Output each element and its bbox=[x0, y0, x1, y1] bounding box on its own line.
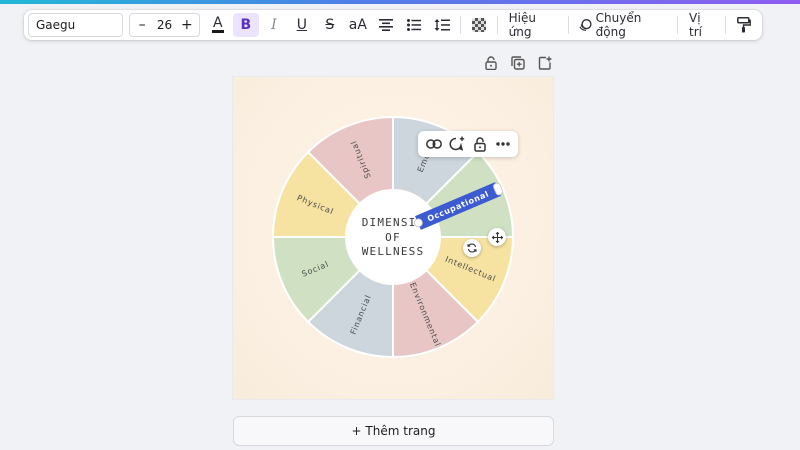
add-page-icon-button[interactable] bbox=[536, 54, 554, 72]
underline-button[interactable]: U bbox=[289, 13, 315, 37]
link-icon bbox=[425, 139, 442, 149]
decrease-size-button[interactable]: – bbox=[136, 17, 148, 33]
bullet-list-icon bbox=[406, 19, 421, 31]
font-size-value[interactable]: 26 bbox=[157, 18, 172, 32]
rotate-handle[interactable] bbox=[463, 239, 481, 257]
top-accent-bar bbox=[0, 0, 800, 4]
font-family-select[interactable]: Gaegu bbox=[28, 13, 124, 37]
more-icon bbox=[495, 142, 510, 146]
position-button[interactable]: Vị trí bbox=[683, 11, 720, 39]
transparency-button[interactable] bbox=[466, 13, 492, 37]
line-spacing-icon bbox=[434, 19, 450, 31]
more-options-button[interactable] bbox=[493, 134, 513, 154]
unlock-icon bbox=[473, 136, 486, 152]
move-icon bbox=[491, 231, 503, 243]
rotate-icon bbox=[467, 243, 477, 253]
letter-case-button[interactable]: aA bbox=[345, 13, 371, 37]
list-button[interactable] bbox=[401, 13, 427, 37]
text-color-icon: A bbox=[211, 14, 224, 33]
animate-label: Chuyển động bbox=[595, 11, 642, 39]
paint-roller-icon bbox=[737, 17, 751, 33]
animate-icon bbox=[579, 19, 593, 31]
lock-icon bbox=[485, 56, 497, 70]
text-color-button[interactable]: A bbox=[205, 13, 231, 37]
spacing-button[interactable] bbox=[429, 13, 455, 37]
add-page-button[interactable]: + Thêm trang bbox=[233, 416, 554, 446]
link-button[interactable] bbox=[424, 134, 444, 154]
align-center-button[interactable] bbox=[373, 13, 399, 37]
text-toolbar: Gaegu – 26 + A B I U S aA Hiệu ứng Chuyể… bbox=[24, 10, 762, 40]
strikethrough-button[interactable]: S bbox=[317, 13, 343, 37]
align-center-icon bbox=[378, 19, 393, 31]
element-context-toolbar bbox=[418, 131, 518, 157]
toolbar-divider bbox=[725, 16, 727, 34]
copy-style-button[interactable] bbox=[731, 13, 757, 37]
increase-size-button[interactable]: + bbox=[181, 17, 193, 33]
duplicate-icon bbox=[511, 56, 525, 70]
animate-button[interactable]: Chuyển động bbox=[573, 11, 672, 39]
lock-element-button[interactable] bbox=[470, 134, 490, 154]
toolbar-divider bbox=[496, 16, 498, 34]
bold-button[interactable]: B bbox=[232, 13, 259, 37]
effects-button[interactable]: Hiệu ứng bbox=[503, 11, 563, 39]
comment-button[interactable] bbox=[447, 134, 467, 154]
font-size-stepper[interactable]: – 26 + bbox=[129, 13, 200, 37]
center-line-3[interactable]: WELLNESS bbox=[362, 245, 425, 258]
transparency-icon bbox=[471, 18, 486, 32]
add-page-icon bbox=[538, 56, 552, 70]
italic-button[interactable]: I bbox=[261, 13, 287, 37]
toolbar-divider bbox=[567, 16, 569, 34]
lock-page-button[interactable] bbox=[482, 54, 500, 72]
font-family-value: Gaegu bbox=[36, 18, 76, 32]
duplicate-page-button[interactable] bbox=[509, 54, 527, 72]
page-actions bbox=[482, 54, 554, 72]
comment-add-icon bbox=[448, 136, 464, 151]
toolbar-divider bbox=[459, 16, 461, 34]
toolbar-divider bbox=[677, 16, 678, 34]
move-handle[interactable] bbox=[488, 228, 506, 246]
center-line-2[interactable]: OF bbox=[385, 231, 401, 244]
